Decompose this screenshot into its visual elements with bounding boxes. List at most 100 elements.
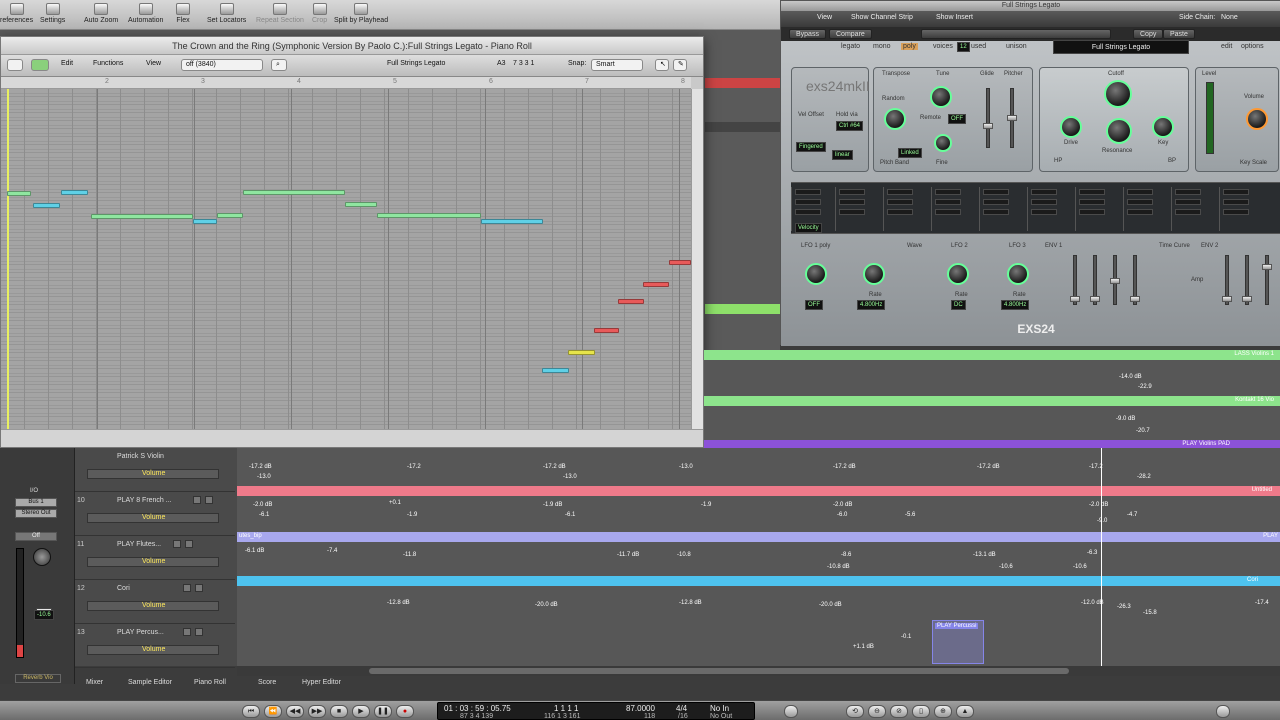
repeat-section-button[interactable]: Repeat Section [256,3,304,24]
stop-button[interactable]: ■ [330,705,348,718]
side-chain-select[interactable]: None [1221,14,1238,21]
midi-note[interactable] [345,202,377,207]
preset-select[interactable] [921,29,1111,39]
midi-note[interactable] [243,190,345,195]
random-knob[interactable] [884,108,906,130]
midi-note[interactable] [669,260,691,265]
edit-menu[interactable]: Edit [61,60,73,67]
set-locators-button[interactable]: Set Locators [207,3,246,24]
catch-button[interactable] [31,59,49,71]
matrix-slot[interactable] [1027,187,1065,231]
mono-toggle[interactable]: mono [873,43,891,50]
midi-note[interactable] [568,350,595,355]
lfo2-rate-knob[interactable] [947,263,969,285]
resize-handle[interactable] [1216,705,1230,718]
solo-button[interactable] [195,628,203,636]
mute-button[interactable] [173,540,181,548]
cutoff-knob[interactable] [1104,80,1132,108]
previous-button[interactable]: ⏪ [264,705,282,718]
playhead-line[interactable] [1101,448,1102,666]
fine-knob[interactable] [934,134,952,152]
tab-score[interactable]: Score [258,679,276,686]
tune-knob[interactable] [930,86,952,108]
pencil-tool[interactable]: ✎ [673,59,687,71]
bypass-button[interactable]: Bypass [789,29,826,39]
search-button[interactable]: ⌕ [271,59,287,71]
midi-note[interactable] [61,190,88,195]
solo-mode-button[interactable]: ▯ [912,705,930,718]
automation-param[interactable]: Volume [87,469,219,479]
copy-button[interactable]: Copy [1133,29,1164,39]
hold-via-value[interactable]: Ctrl #64 [836,121,864,131]
replace-button[interactable]: ⊘ [890,705,908,718]
pause-button[interactable]: ❚❚ [374,705,392,718]
drive-knob[interactable] [1060,116,1082,138]
legato-toggle[interactable]: legato [841,43,860,50]
tab-sample-editor[interactable]: Sample Editor [128,679,172,686]
arrange-region[interactable] [705,122,780,132]
midi-note[interactable] [7,191,31,196]
matrix-slot[interactable] [1219,187,1257,231]
key-knob[interactable] [1152,116,1174,138]
preferences-button[interactable]: references [0,3,33,24]
unison-toggle[interactable]: unison [1006,43,1027,50]
autopunch-button[interactable]: ⊖ [868,705,886,718]
track-header[interactable]: 12 Cori Volume [75,580,235,624]
pan-knob[interactable] [33,548,51,566]
matrix-slot[interactable] [835,187,873,231]
env1-sustain[interactable] [1110,255,1120,305]
track-header[interactable]: 13 PLAY Percus... Volume [75,624,235,668]
lass-violins-lane[interactable]: -14.0 dB -22.9 [704,360,1280,396]
track-lane[interactable]: -6.1 dB -7.4 -11.8 -11.7 dB -10.8 -8.6 -… [237,542,1280,580]
lfo3-rate-knob[interactable] [1007,263,1029,285]
env1-release[interactable] [1130,255,1140,305]
paste-button[interactable]: Paste [1163,29,1195,39]
automation-button[interactable]: Automation [128,3,163,24]
kontakt-lane[interactable]: -9.0 dB -20.7 [704,406,1280,440]
pointer-tool[interactable]: ↖ [655,59,669,71]
tab-mixer[interactable]: Mixer [86,679,103,686]
midi-note[interactable] [594,328,619,333]
lfo1-eg-knob[interactable] [805,263,827,285]
output-slot[interactable]: Stereo Out [15,509,57,518]
midi-note[interactable] [643,282,669,287]
pitcher-slider[interactable] [1007,88,1017,148]
track-name[interactable]: Cori [117,585,130,592]
midi-note[interactable] [217,213,243,218]
matrix-slot[interactable] [1075,187,1113,231]
view-menu[interactable]: View [146,60,161,67]
linked-toggle[interactable]: Linked [898,148,922,158]
automation-mode[interactable]: Off [15,532,57,541]
solo-button[interactable] [195,584,203,592]
solo-button[interactable] [185,540,193,548]
go-to-beginning-button[interactable]: ⏮ [242,705,260,718]
track-name[interactable]: Patrick S Violin [117,453,164,460]
matrix-slot[interactable] [1171,187,1209,231]
compare-button[interactable]: Compare [829,29,872,39]
lass-violins-region[interactable]: LASS Violins 1 [704,350,1280,360]
auto-zoom-button[interactable]: Auto Zoom [84,3,118,24]
edit-button[interactable]: edit [1221,43,1232,50]
midi-note[interactable] [618,299,644,304]
track-lane[interactable]: -0.1 +1.1 dB [237,630,1280,664]
matrix-slot[interactable] [931,187,969,231]
settings-button[interactable]: Settings [40,3,65,24]
cycle-button[interactable]: ⟲ [846,705,864,718]
rewind-button[interactable]: ◀◀ [286,705,304,718]
track-name[interactable]: PLAY Flutes... [117,541,161,548]
piano-roll-ruler[interactable]: 2 3 4 5 6 7 8 [1,77,691,89]
matrix-slot[interactable] [1123,187,1161,231]
functions-menu[interactable]: Functions [93,60,123,67]
playhead[interactable] [7,89,9,429]
input-slot[interactable]: Bus 1 [15,498,57,507]
poly-toggle[interactable]: poly [901,43,918,50]
flex-button[interactable]: Flex [176,3,190,24]
cpu-meter[interactable] [784,705,798,718]
track-name[interactable]: PLAY Percus... [117,629,164,636]
options-button[interactable]: options [1241,43,1264,50]
fingered-select[interactable]: Fingered [796,142,826,152]
automation-param[interactable]: Volume [87,513,219,523]
matrix-slot[interactable] [979,187,1017,231]
track-lane[interactable]: -12.8 dB -20.0 dB -12.8 dB -20.0 dB -12.… [237,586,1280,624]
midi-note[interactable] [33,203,60,208]
